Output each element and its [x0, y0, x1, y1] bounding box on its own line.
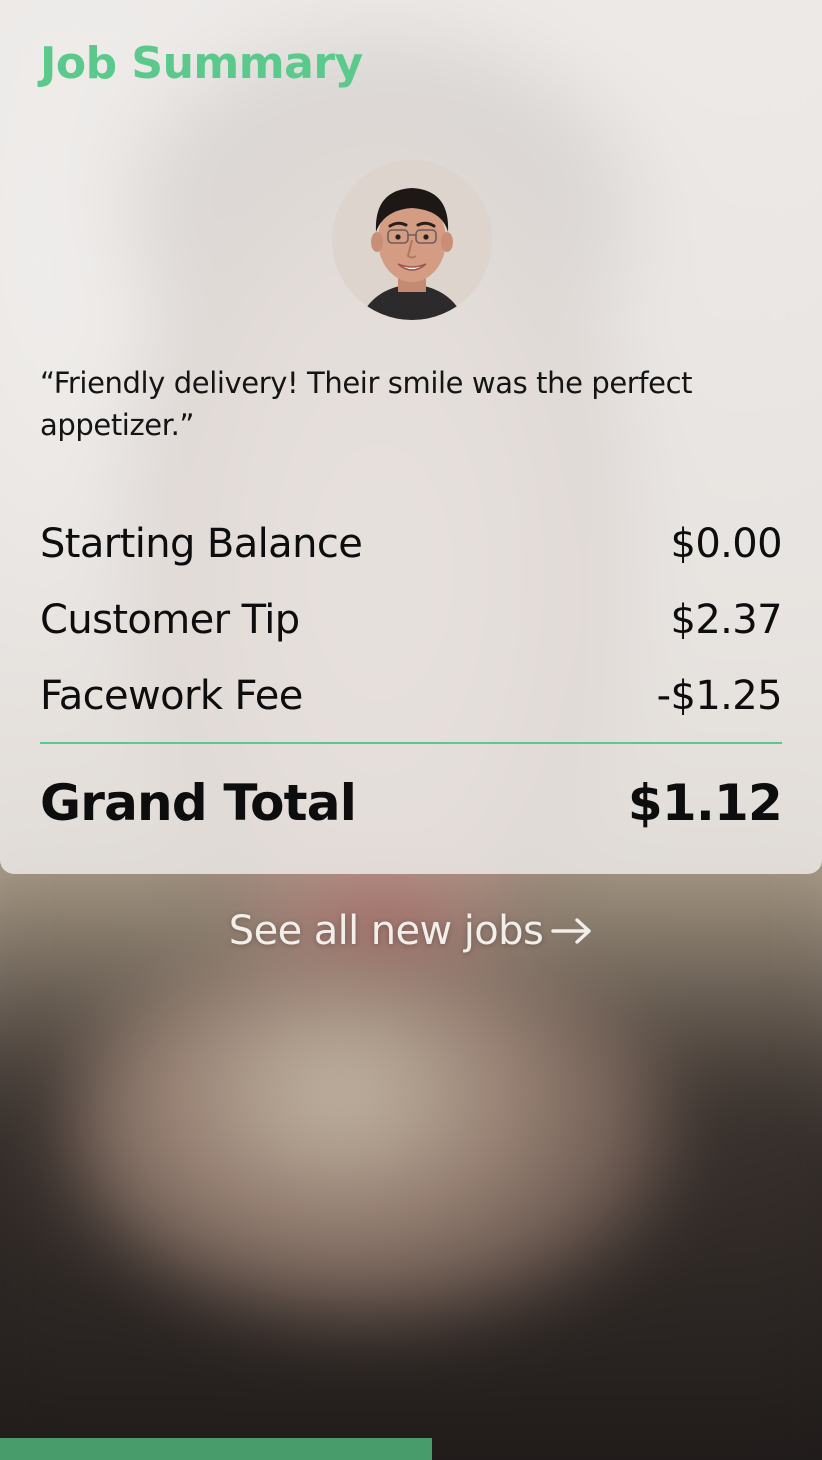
card-title: Job Summary [40, 38, 363, 89]
grand-total-value: $1.12 [627, 774, 783, 832]
job-summary-card: Job Summary “Friendly delivery! Their sm… [0, 0, 822, 874]
customer-tip-label: Customer Tip [40, 597, 300, 643]
grand-total-row: Grand Total $1.12 [40, 774, 783, 832]
starting-balance-label: Starting Balance [40, 521, 363, 567]
facework-fee-value: -$1.25 [656, 673, 783, 719]
arrow-right-icon [551, 910, 593, 956]
grand-total-label: Grand Total [40, 774, 357, 832]
balance-breakdown: Starting Balance $0.00 Customer Tip $2.3… [40, 506, 783, 734]
see-all-new-jobs-link[interactable]: See all new jobs [0, 908, 822, 956]
customer-avatar [332, 160, 492, 320]
progress-bar [0, 1438, 822, 1460]
facework-fee-row: Facework Fee -$1.25 [40, 658, 783, 734]
customer-review: “Friendly delivery! Their smile was the … [40, 366, 693, 442]
total-divider [40, 742, 782, 744]
see-all-new-jobs-label: See all new jobs [228, 908, 544, 954]
customer-tip-value: $2.37 [670, 597, 782, 643]
starting-balance-value: $0.00 [670, 521, 782, 567]
person-avatar-icon [332, 160, 492, 320]
starting-balance-row: Starting Balance $0.00 [40, 506, 783, 582]
progress-bar-fill [0, 1438, 432, 1460]
customer-tip-row: Customer Tip $2.37 [40, 582, 783, 658]
facework-fee-label: Facework Fee [40, 673, 303, 719]
